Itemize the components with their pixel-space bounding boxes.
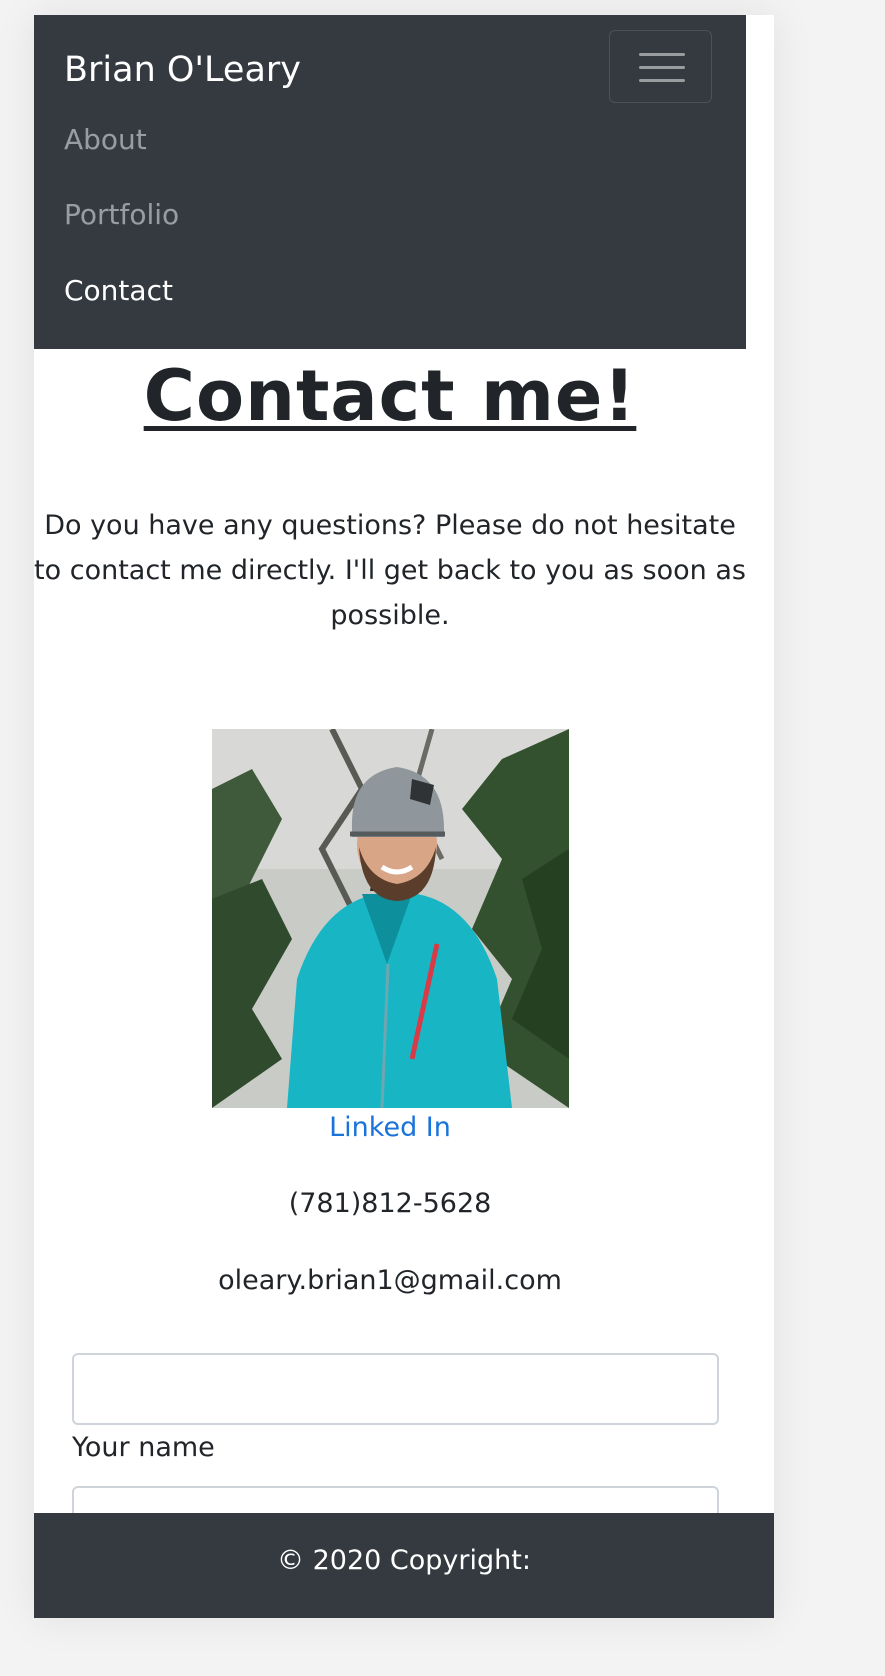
- nav-item-contact[interactable]: Contact: [64, 274, 173, 307]
- navbar-toggler-button[interactable]: [609, 30, 712, 103]
- brand-link[interactable]: Brian O'Leary: [64, 49, 301, 91]
- nav-item-about[interactable]: About: [64, 123, 147, 156]
- name-input[interactable]: [72, 1353, 719, 1425]
- page-viewport: Brian O'Leary About Portfolio Contact Co…: [34, 15, 774, 1618]
- copyright-text: © 2020 Copyright:: [277, 1545, 531, 1576]
- email-address: oleary.brian1@gmail.com: [218, 1265, 562, 1296]
- phone-number: (781)812-5628: [288, 1188, 492, 1219]
- page-title: Contact me!: [143, 355, 637, 437]
- name-label: Your name: [72, 1432, 215, 1463]
- footer: © 2020 Copyright:: [34, 1513, 774, 1618]
- profile-photo: [212, 729, 569, 1108]
- nav-item-portfolio[interactable]: Portfolio: [64, 198, 179, 231]
- navbar: Brian O'Leary About Portfolio Contact: [34, 15, 746, 349]
- intro-text: Do you have any questions? Please do not…: [34, 510, 746, 631]
- linkedin-link[interactable]: Linked In: [34, 1112, 746, 1143]
